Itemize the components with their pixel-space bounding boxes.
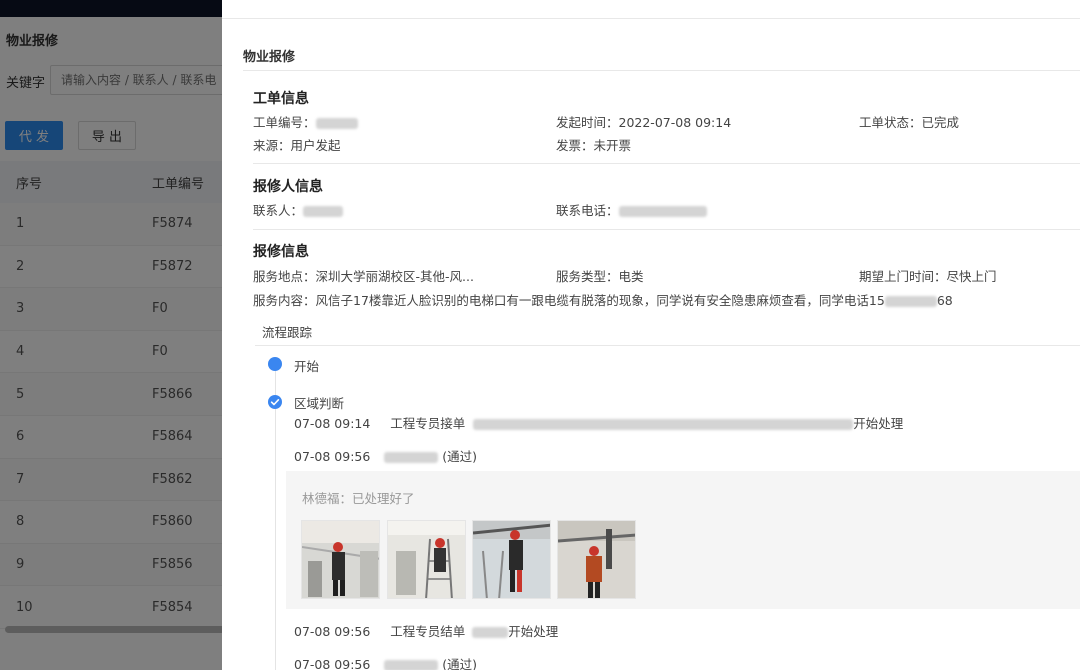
service-content-suffix: 68: [936, 293, 953, 308]
step-region-label: 区域判断: [294, 396, 345, 411]
work-order-section-title: 工单信息: [253, 91, 309, 107]
contact-field: 联系人：: [253, 200, 344, 219]
timeline-entry: 07-08 09:56 (通过): [294, 654, 477, 670]
service-content-text: 服务内容：风信子17楼靠近人脸识别的电梯口有一跟电缆有脱落的现象，同学说有安全隐…: [253, 293, 885, 308]
timeline-entry: 07-08 09:56 (通过): [294, 446, 477, 465]
drawer-title: 物业报修: [243, 50, 296, 65]
drawer-header-divider: [222, 18, 1080, 19]
location-field: 服务地点：深圳大学丽湖校区-其他-风...: [253, 269, 474, 284]
service-type-field: 服务类型：电类: [556, 269, 644, 284]
entry-result: (通过): [442, 449, 478, 464]
invoice-field: 发票：未开票: [556, 138, 632, 153]
contact-label: 联系人：: [253, 203, 304, 218]
comment-text: 林德福：已处理好了: [302, 491, 415, 506]
entry-tail: 开始处理: [508, 624, 559, 639]
check-circle-icon: [268, 395, 282, 409]
step-start-label: 开始: [294, 359, 320, 374]
timeline-dot-icon: [268, 357, 282, 371]
entry-action: 工程专员结单: [390, 624, 466, 639]
redacted-name: [472, 627, 509, 638]
repair-photo-thumbnail[interactable]: [301, 520, 380, 599]
section-divider: [253, 163, 1080, 164]
expected-time-field: 期望上门时间：尽快上门: [859, 269, 997, 284]
phone-field: 联系电话：: [556, 200, 707, 219]
phone-label: 联系电话：: [556, 203, 619, 218]
service-content-field: 服务内容：风信子17楼靠近人脸识别的电梯口有一跟电缆有脱落的现象，同学说有安全隐…: [253, 290, 953, 309]
entry-action: 工程专员接单: [390, 416, 466, 431]
entry-tail: 开始处理: [853, 416, 904, 431]
detail-drawer: 物业报修 工单信息 工单编号： 发起时间：2022-07-08 09:14 工单…: [222, 0, 1080, 670]
timeline-entry: 07-08 09:14 工程专员接单 开始处理: [294, 413, 903, 432]
flow-divider: [255, 345, 1080, 346]
comment-box: 林德福：已处理好了: [286, 471, 1080, 609]
redacted-assignees: [473, 419, 854, 430]
order-no-label: 工单编号：: [253, 115, 316, 130]
repair-photo-thumbnail[interactable]: [472, 520, 551, 599]
repair-photo-thumbnail[interactable]: [387, 520, 466, 599]
repair-photo-thumbnail[interactable]: [557, 520, 636, 599]
redacted-approver: [384, 452, 439, 463]
reporter-section-title: 报修人信息: [253, 179, 323, 195]
entry-time: 07-08 09:56: [294, 624, 371, 639]
timeline-line: [275, 370, 276, 670]
timeline-entry: 07-08 09:56 工程专员结单 开始处理: [294, 621, 558, 640]
redacted-student-phone: [884, 296, 937, 307]
order-no-field: 工单编号：: [253, 112, 358, 131]
entry-result: (通过): [442, 657, 478, 670]
redacted-approver: [384, 660, 439, 670]
source-field: 来源：用户发起: [253, 138, 341, 153]
flow-tracking-title: 流程跟踪: [262, 325, 313, 340]
redacted-phone: [618, 206, 707, 217]
entry-time: 07-08 09:56: [294, 657, 371, 670]
entry-time: 07-08 09:14: [294, 416, 371, 431]
redacted-order-no: [315, 118, 358, 129]
drawer-title-divider: [243, 70, 1080, 71]
section-divider: [253, 229, 1080, 230]
repair-section-title: 报修信息: [253, 244, 309, 260]
start-time-field: 发起时间：2022-07-08 09:14: [556, 115, 732, 130]
entry-time: 07-08 09:56: [294, 449, 371, 464]
order-status-field: 工单状态：已完成: [859, 115, 960, 130]
redacted-contact: [303, 206, 344, 217]
